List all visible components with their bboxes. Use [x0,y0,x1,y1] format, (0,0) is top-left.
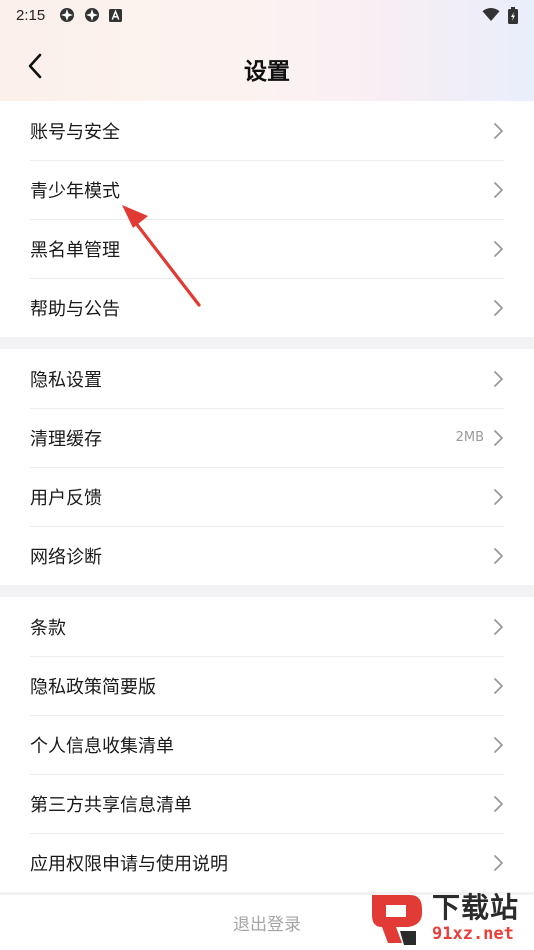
chevron-right-icon [494,181,503,198]
page-title: 设置 [244,59,290,85]
chevron-right-icon [494,795,503,812]
app-notification-icon [85,8,100,22]
row-terms[interactable]: 条款 [0,597,534,656]
battery-icon [508,6,518,24]
watermark-logo-icon [372,895,422,945]
row-network-diagnosis[interactable]: 网络诊断 [0,526,534,585]
row-label: 隐私设置 [30,369,102,391]
watermark-url: 91xz.net [432,924,514,944]
row-privacy-settings[interactable]: 隐私设置 [0,349,534,408]
chevron-right-icon [494,299,503,316]
settings-group-account: 账号与安全 青少年模式 黑名单管理 帮助与公告 [0,101,534,337]
chevron-right-icon [494,736,503,753]
chevron-right-icon [494,370,503,387]
chevron-right-icon [494,240,503,257]
chevron-right-icon [494,488,503,505]
watermark-text: 下载站 [432,891,520,924]
row-label: 清理缓存 [30,428,102,450]
chevron-right-icon [494,122,503,139]
row-label: 黑名单管理 [30,239,120,261]
row-label: 个人信息收集清单 [30,735,174,757]
settings-group-legal: 条款 隐私政策简要版 个人信息收集清单 第三方共享信息清单 应用权限申请与使用说… [0,597,534,892]
row-help-announcements[interactable]: 帮助与公告 [0,278,534,337]
row-label: 网络诊断 [30,546,102,568]
chevron-right-icon [494,618,503,635]
chevron-right-icon [494,429,503,446]
chevron-right-icon [494,547,503,564]
chevron-right-icon [494,854,503,871]
settings-group-privacy: 隐私设置 清理缓存 2MB 用户反馈 网络诊断 [0,349,534,585]
font-notification-icon [109,8,123,22]
status-time: 2:15 [16,6,46,24]
chevron-right-icon [494,677,503,694]
row-clear-cache[interactable]: 清理缓存 2MB [0,408,534,467]
row-app-permissions[interactable]: 应用权限申请与使用说明 [0,833,534,892]
row-blacklist[interactable]: 黑名单管理 [0,219,534,278]
row-third-party-sharing-list[interactable]: 第三方共享信息清单 [0,774,534,833]
row-label: 隐私政策简要版 [30,676,156,698]
watermark: 下载站 91xz.net [366,886,534,950]
row-personal-info-list[interactable]: 个人信息收集清单 [0,715,534,774]
row-privacy-policy-summary[interactable]: 隐私政策简要版 [0,656,534,715]
row-label: 账号与安全 [30,121,120,143]
app-notification-icon [60,8,75,22]
row-label: 第三方共享信息清单 [30,794,192,816]
cache-size-value: 2MB [455,430,484,445]
row-account-security[interactable]: 账号与安全 [0,101,534,160]
row-label: 青少年模式 [30,180,120,202]
status-bar: 2:15 [0,0,534,30]
row-label: 条款 [30,617,66,639]
row-teen-mode[interactable]: 青少年模式 [0,160,534,219]
row-label: 帮助与公告 [30,298,120,320]
row-label: 用户反馈 [30,487,102,509]
row-user-feedback[interactable]: 用户反馈 [0,467,534,526]
row-label: 应用权限申请与使用说明 [30,853,228,875]
logout-label: 退出登录 [233,915,301,935]
wifi-icon [482,8,500,21]
title-bar: 设置 [0,30,534,101]
